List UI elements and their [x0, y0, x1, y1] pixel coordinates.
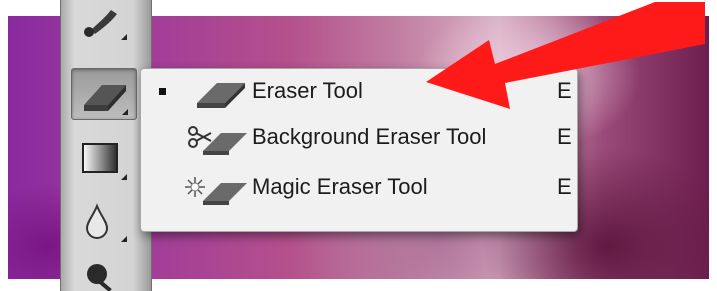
tool-group-indicator [121, 34, 127, 40]
active-tool-bullet [159, 88, 166, 95]
tool-group-indicator [121, 174, 127, 180]
brush-tool[interactable] [71, 0, 135, 44]
menu-item-eraser-tool[interactable]: Eraser Tool E [141, 69, 577, 115]
dodge-tool[interactable] [71, 252, 135, 291]
eraser-tool[interactable] [71, 68, 137, 120]
background-eraser-icon [188, 126, 247, 155]
tool-group-indicator [121, 236, 127, 242]
menu-item-magic-eraser-tool[interactable]: Magic Eraser Tool E [141, 165, 577, 211]
menu-item-shortcut: E [557, 78, 572, 103]
menu-item-label: Background Eraser Tool [252, 124, 487, 149]
menu-item-shortcut: E [557, 174, 572, 199]
blur-tool[interactable] [71, 196, 135, 246]
tools-panel [60, 0, 152, 291]
menu-item-label: Eraser Tool [252, 78, 363, 103]
eraser-icon [197, 83, 245, 108]
dodge-icon [87, 264, 112, 291]
menu-item-background-eraser-tool[interactable]: Background Eraser Tool E [141, 115, 577, 161]
menu-item-label: Magic Eraser Tool [252, 174, 428, 199]
eraser-tool-flyout-menu: Eraser Tool E Background Eraser Tool E M… [140, 68, 578, 232]
gradient-tool[interactable] [71, 134, 135, 184]
screenshot: Eraser Tool E Background Eraser Tool E M… [0, 0, 717, 291]
menu-item-shortcut: E [557, 124, 572, 149]
magic-eraser-icon [185, 177, 247, 205]
tool-group-indicator [122, 109, 128, 115]
